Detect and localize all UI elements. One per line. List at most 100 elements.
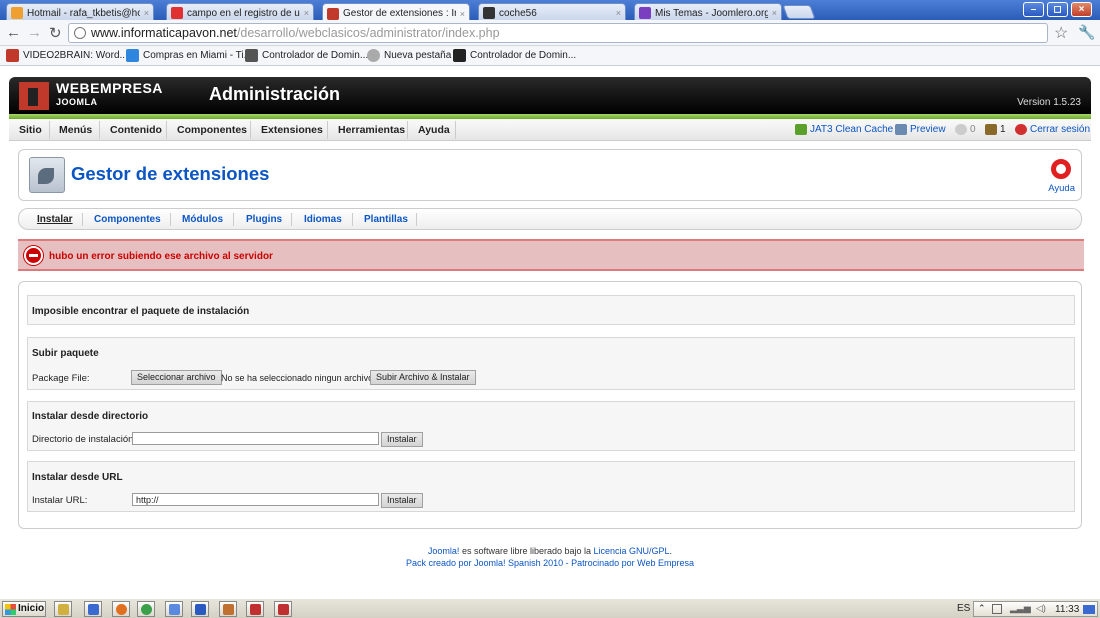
- minimize-window-button[interactable]: –: [1023, 2, 1044, 17]
- users-icon: [985, 124, 997, 135]
- tab-plantillas[interactable]: Plantillas: [364, 214, 408, 225]
- install-url-button[interactable]: Instalar: [381, 493, 423, 508]
- forward-arrow-icon[interactable]: →: [27, 24, 42, 41]
- bookmarks-bar: VIDEO2BRAIN: Word... Compras en Miami - …: [0, 46, 1100, 66]
- preview-link[interactable]: Preview: [895, 124, 946, 135]
- bookmark-star-icon[interactable]: ☆: [1054, 23, 1068, 43]
- close-window-button[interactable]: ×: [1071, 2, 1092, 17]
- menu-herramientas[interactable]: Herramientas: [338, 124, 405, 136]
- window-taskbar-icon[interactable]: [165, 601, 183, 617]
- firefox-taskbar-icon[interactable]: [112, 601, 130, 617]
- tab-close-icon[interactable]: ×: [772, 8, 777, 18]
- tab-plugins[interactable]: Plugins: [246, 214, 282, 225]
- menu-divider: [250, 121, 251, 139]
- acrobat-taskbar-icon[interactable]: [246, 601, 264, 617]
- wrench-menu-icon[interactable]: 🔧: [1078, 24, 1095, 41]
- tab-favicon-icon: [171, 7, 183, 19]
- maximize-window-button[interactable]: ◻: [1047, 2, 1068, 17]
- explorer-taskbar-icon[interactable]: [54, 601, 72, 617]
- select-file-button[interactable]: Seleccionar archivo: [131, 370, 222, 385]
- tab-title: coche56: [499, 7, 537, 19]
- footer-text: es software libre liberado bajo la: [459, 546, 594, 556]
- browser-tab-gestor-extensiones[interactable]: Gestor de extensiones : Instal ×: [322, 3, 470, 21]
- menu-contenido[interactable]: Contenido: [110, 124, 162, 136]
- back-arrow-icon[interactable]: ←: [6, 24, 21, 41]
- footer-license-line: Joomla! es software libre liberado bajo …: [0, 546, 1100, 556]
- language-indicator[interactable]: ES: [957, 603, 970, 614]
- menu-divider: [407, 121, 408, 139]
- tab-close-icon[interactable]: ×: [144, 8, 149, 18]
- browser-tab-joomlero[interactable]: Mis Temas - Joomlero.org ×: [634, 3, 782, 20]
- bookmark-item[interactable]: Compras en Miami - Ti...: [126, 49, 252, 62]
- joomla-link[interactable]: Joomla!: [428, 546, 460, 556]
- menu-extensiones[interactable]: Extensiones: [261, 124, 323, 136]
- submenu-divider: [170, 213, 171, 226]
- submenu-divider: [352, 213, 353, 226]
- bookmark-item[interactable]: VIDEO2BRAIN: Word...: [6, 49, 128, 62]
- url-host: www.informaticapavon.net: [91, 26, 237, 40]
- bookmark-item[interactable]: Controlador de Domin...: [245, 49, 368, 62]
- bookmark-item[interactable]: Nueva pestaña: [367, 49, 451, 62]
- logout-label: Cerrar sesión: [1030, 124, 1091, 135]
- tab-componentes[interactable]: Componentes: [94, 214, 161, 225]
- menu-divider: [455, 121, 456, 139]
- tab-title: campo en el registro de usuari: [187, 7, 300, 19]
- messages-count[interactable]: 0: [955, 124, 976, 135]
- install-directory-input[interactable]: [132, 432, 379, 445]
- tab-favicon-icon: [483, 7, 495, 19]
- gpl-license-link[interactable]: Licencia GNU/GPL: [594, 546, 670, 556]
- start-button[interactable]: Inicio: [2, 601, 46, 617]
- menu-sitio[interactable]: Sitio: [19, 124, 42, 136]
- new-tab-button[interactable]: [782, 5, 816, 19]
- filezilla-taskbar-icon[interactable]: [274, 601, 292, 617]
- signal-icon[interactable]: ▂▃▅: [1010, 603, 1031, 614]
- bookmark-favicon-icon: [453, 49, 466, 62]
- install-directory-label: Directorio de instalación:: [32, 434, 137, 445]
- volume-icon[interactable]: ◁): [1036, 603, 1046, 614]
- install-url-input[interactable]: http://: [132, 493, 379, 506]
- clock[interactable]: 11:33: [1055, 604, 1079, 615]
- upload-package-title: Subir paquete: [32, 348, 99, 359]
- error-message-box: hubo un error subiendo ese archivo al se…: [18, 239, 1084, 271]
- app-taskbar-icon[interactable]: [219, 601, 237, 617]
- tray-expand-icon[interactable]: ⌃: [978, 603, 986, 614]
- submenu-divider: [233, 213, 234, 226]
- chrome-taskbar-icon[interactable]: [137, 601, 155, 617]
- footer-period: .: [669, 546, 673, 556]
- tab-idiomas[interactable]: Idiomas: [304, 214, 342, 225]
- browser-tab-coche56[interactable]: coche56 ×: [478, 3, 626, 20]
- help-label[interactable]: Ayuda: [1048, 183, 1075, 194]
- messages-value: 0: [970, 124, 976, 135]
- address-bar[interactable]: www.informaticapavon.net/desarrollo/webc…: [68, 23, 1048, 43]
- bookmark-label: Nueva pestaña: [384, 50, 452, 61]
- help-lifebuoy-icon[interactable]: [1051, 159, 1071, 179]
- word-taskbar-icon[interactable]: [191, 601, 209, 617]
- error-message: hubo un error subiendo ese archivo al se…: [49, 251, 273, 262]
- tab-modulos[interactable]: Módulos: [182, 214, 223, 225]
- tab-close-icon[interactable]: ×: [460, 9, 465, 19]
- tab-instalar[interactable]: Instalar: [37, 214, 73, 225]
- reload-icon[interactable]: ↻: [49, 24, 62, 42]
- logout-link[interactable]: Cerrar sesión: [1015, 124, 1090, 135]
- menu-componentes[interactable]: Componentes: [177, 124, 247, 136]
- menu-ayuda[interactable]: Ayuda: [418, 124, 450, 136]
- network-icon[interactable]: [992, 604, 1002, 614]
- submenu-divider: [291, 213, 292, 226]
- tab-title: Gestor de extensiones : Instal: [343, 8, 456, 19]
- jat3-clean-cache-link[interactable]: JAT3 Clean Cache: [795, 124, 893, 135]
- tab-close-icon[interactable]: ×: [304, 8, 309, 18]
- menu-menus[interactable]: Menús: [59, 124, 92, 136]
- browser-tab-registro[interactable]: campo en el registro de usuari ×: [166, 3, 314, 20]
- upload-install-button[interactable]: Subir Archivo & Instalar: [370, 370, 476, 385]
- footer-credits-link[interactable]: Pack creado por Joomla! Spanish 2010 - P…: [0, 558, 1100, 568]
- tab-close-icon[interactable]: ×: [616, 8, 621, 18]
- tab-title: Mis Temas - Joomlero.org: [655, 7, 768, 19]
- install-directory-title: Instalar desde directorio: [32, 411, 149, 422]
- no-file-selected-text: No se ha seleccionado ningun archivo: [221, 373, 374, 383]
- outlook-taskbar-icon[interactable]: [84, 601, 102, 617]
- show-desktop-icon[interactable]: [1083, 605, 1095, 614]
- install-directory-button[interactable]: Instalar: [381, 432, 423, 447]
- bookmark-item[interactable]: Controlador de Domin...: [453, 49, 576, 62]
- browser-tab-hotmail[interactable]: Hotmail - rafa_tkbetis@hotmai ×: [6, 3, 154, 20]
- users-online-count: 1: [985, 124, 1006, 135]
